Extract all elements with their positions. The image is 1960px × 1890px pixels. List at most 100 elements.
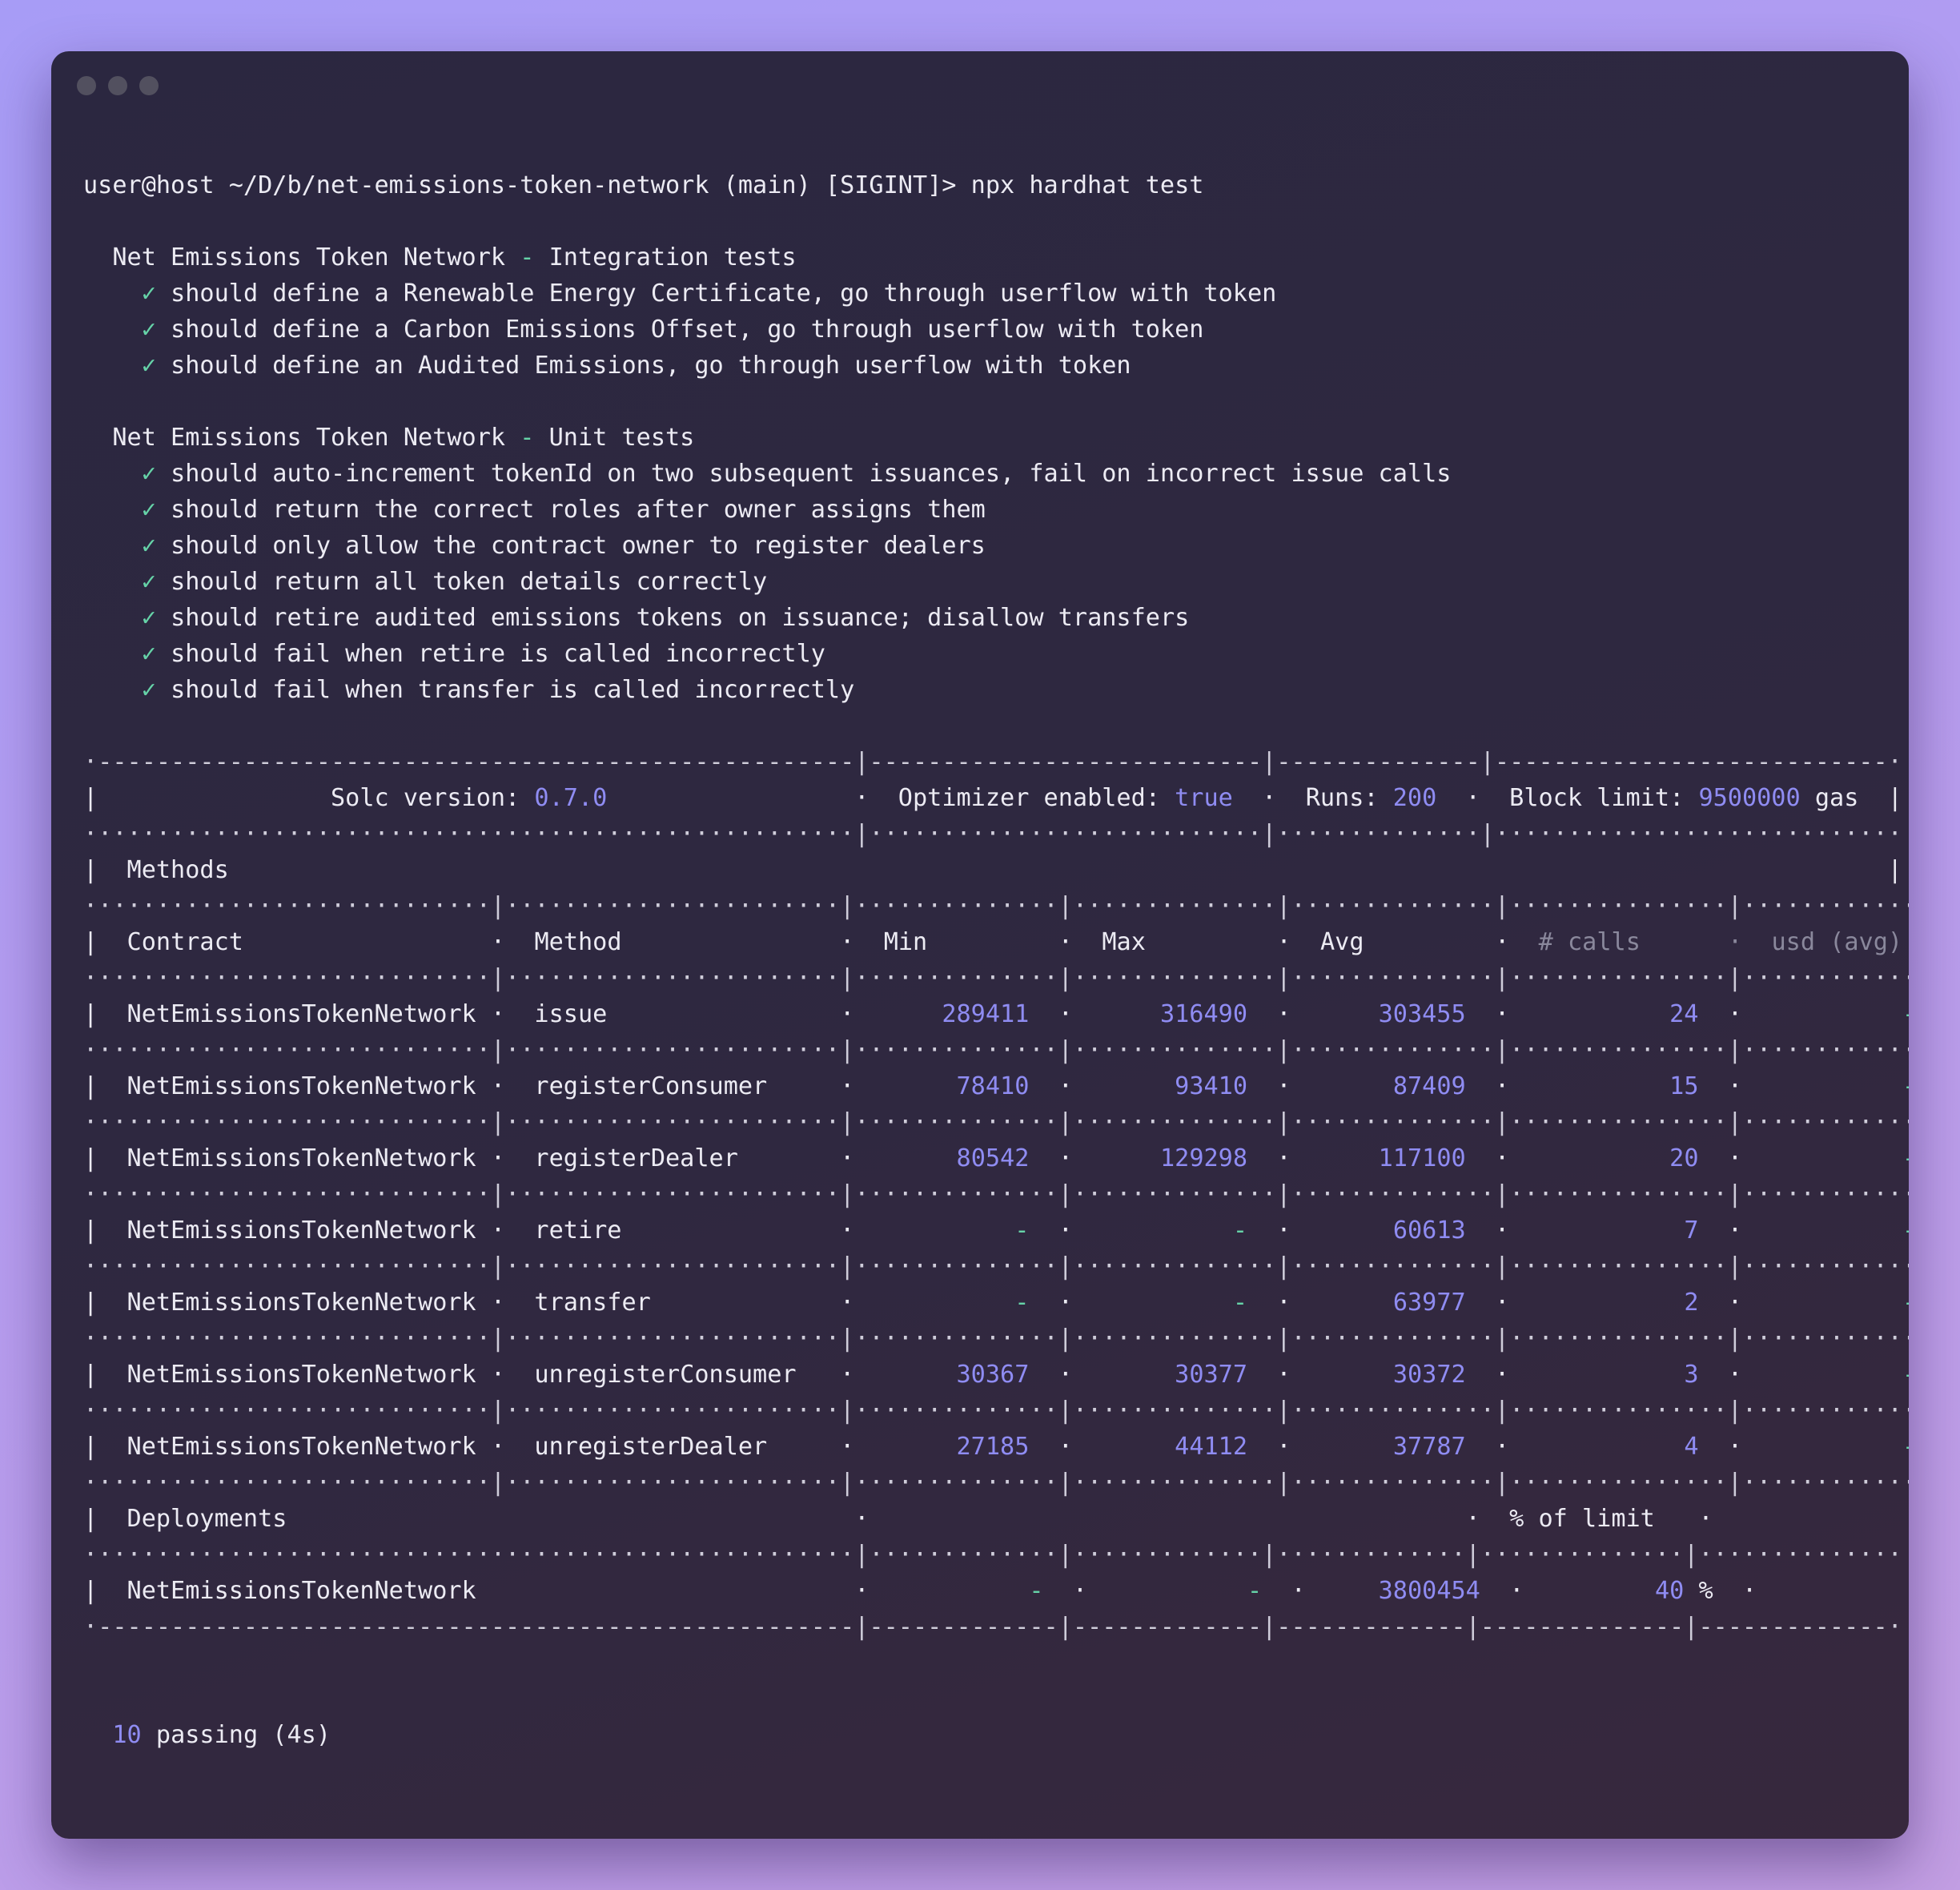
terminal-window: user@host ~/D/b/net-emissions-token-netw… [51, 51, 1909, 1839]
gas-max: - [1232, 1216, 1248, 1245]
column-header: Contract [127, 928, 243, 956]
method-row: | NetEmissionsTokenNetwork · unregisterC… [83, 1357, 1909, 1393]
usd-avg: - [1902, 1216, 1909, 1245]
test-name: should define an Audited Emissions, go t… [171, 352, 1131, 380]
method-row: | NetEmissionsTokenNetwork · registerDea… [83, 1140, 1909, 1176]
gas-avg: 60613 [1392, 1216, 1466, 1245]
method-name: registerConsumer [534, 1072, 768, 1100]
table-border: ····························|···········… [83, 1465, 1909, 1501]
table-border-line: ········································… [83, 1541, 1902, 1569]
table-border: ·---------------------------------------… [83, 1609, 1909, 1645]
gas-max: 93410 [1175, 1072, 1248, 1100]
gas-avg: 3800454 [1378, 1577, 1480, 1605]
call-count: 4 [1684, 1433, 1699, 1461]
separator-dash: - [505, 243, 549, 271]
gas-max: 44112 [1175, 1433, 1248, 1461]
contract-name: NetEmissionsTokenNetwork [127, 1072, 476, 1100]
gas-avg: 303455 [1378, 1000, 1466, 1028]
check-icon: ✓ [141, 604, 156, 632]
check-icon: ✓ [141, 352, 156, 380]
terminal-output[interactable]: user@host ~/D/b/net-emissions-token-netw… [83, 167, 1909, 1753]
summary-line: 10 passing (4s) [83, 1717, 1909, 1753]
block-limit-value: 9500000 [1698, 784, 1801, 812]
table-border-line: ····························|···········… [83, 1325, 1909, 1353]
call-count: 2 [1684, 1289, 1699, 1317]
check-icon: ✓ [141, 640, 156, 668]
column-header: # calls [1538, 928, 1641, 956]
table-border-line: ····························|···········… [83, 1397, 1909, 1425]
column-header: Avg [1320, 928, 1364, 956]
runs-value: 200 [1392, 784, 1437, 812]
method-name: unregisterDealer [534, 1433, 768, 1461]
table-border-line: ····························|···········… [83, 1469, 1909, 1497]
usd-avg: - [1902, 1072, 1909, 1100]
optimizer-value: true [1175, 784, 1233, 812]
deployments-title: Deployments [127, 1505, 287, 1533]
test-name: should retire audited emissions tokens o… [171, 604, 1190, 632]
test-name: should return all token details correctl… [171, 568, 768, 596]
minimize-window-button[interactable] [108, 76, 127, 95]
check-icon: ✓ [141, 316, 156, 344]
test-result: ✓ should retire audited emissions tokens… [83, 600, 1909, 636]
block-limit-label: Block limit: [1509, 784, 1699, 812]
method-row: | NetEmissionsTokenNetwork · retire · - … [83, 1212, 1909, 1249]
gas-max: 129298 [1159, 1144, 1248, 1172]
test-result: ✓ should only allow the contract owner t… [83, 528, 1909, 564]
column-header: Method [534, 928, 622, 956]
method-row: | NetEmissionsTokenNetwork · registerCon… [83, 1068, 1909, 1104]
call-count: 7 [1684, 1216, 1699, 1245]
table-border-line: ····························|···········… [83, 1180, 1909, 1208]
contract-name: NetEmissionsTokenNetwork [127, 1000, 476, 1028]
column-header: Max [1102, 928, 1146, 956]
table-border: ········································… [83, 816, 1909, 852]
method-row: | NetEmissionsTokenNetwork · transfer · … [83, 1285, 1909, 1321]
method-row: | NetEmissionsTokenNetwork · unregisterD… [83, 1429, 1909, 1465]
check-icon: ✓ [141, 279, 156, 308]
test-result: ✓ should define a Renewable Energy Certi… [83, 275, 1909, 312]
call-count: 15 [1669, 1072, 1699, 1100]
check-icon: ✓ [141, 676, 156, 704]
contract-name: NetEmissionsTokenNetwork [127, 1577, 476, 1605]
test-name: should auto-increment tokenId on two sub… [171, 460, 1452, 488]
usd-avg: - [1902, 1000, 1909, 1028]
suite-header: Net Emissions Token Network - Unit tests [83, 420, 1909, 456]
test-name: should fail when retire is called incorr… [171, 640, 825, 668]
call-count: 3 [1684, 1361, 1699, 1389]
test-result: ✓ should return all token details correc… [83, 564, 1909, 600]
check-icon: ✓ [141, 460, 156, 488]
deployment-row: | NetEmissionsTokenNetwork · - · - · 380… [83, 1577, 1757, 1605]
test-result: ✓ should define an Audited Emissions, go… [83, 348, 1909, 384]
contract-name: NetEmissionsTokenNetwork [127, 1361, 476, 1389]
test-result: ✓ should return the correct roles after … [83, 492, 1909, 528]
gas-max: - [1247, 1577, 1263, 1605]
table-border-line: ·---------------------------------------… [83, 748, 1902, 776]
gas-min: 78410 [956, 1072, 1030, 1100]
table-border-line: ····························|···········… [83, 1036, 1909, 1064]
runs-label: Runs: [1305, 784, 1393, 812]
suite-name: Net Emissions Token Network [112, 243, 506, 271]
gas-avg: 37787 [1392, 1433, 1466, 1461]
close-window-button[interactable] [77, 76, 96, 95]
table-border: ····························|···········… [83, 1176, 1909, 1212]
gas-max: 316490 [1159, 1000, 1247, 1028]
test-name: should only allow the contract owner to … [171, 532, 986, 560]
gas-min: - [1014, 1289, 1030, 1317]
passing-count: 10 [112, 1721, 142, 1749]
check-icon: ✓ [141, 532, 156, 560]
suite-header: Net Emissions Token Network - Integratio… [83, 239, 1909, 275]
test-name: should define a Renewable Energy Certifi… [171, 279, 1277, 308]
column-header-row: | Contract · Method · Min · Max · Avg · … [83, 928, 1903, 956]
solc-version: 0.7.0 [534, 784, 608, 812]
gas-avg: 30372 [1392, 1361, 1466, 1389]
table-border: ·---------------------------------------… [83, 744, 1909, 780]
column-header: Min [883, 928, 928, 956]
table-border-line: ········································… [83, 820, 1902, 848]
test-result: ✓ should auto-increment tokenId on two s… [83, 456, 1909, 492]
table-border: ····························|···········… [83, 888, 1909, 924]
maximize-window-button[interactable] [139, 76, 159, 95]
prompt-command: npx hardhat test [970, 171, 1204, 199]
